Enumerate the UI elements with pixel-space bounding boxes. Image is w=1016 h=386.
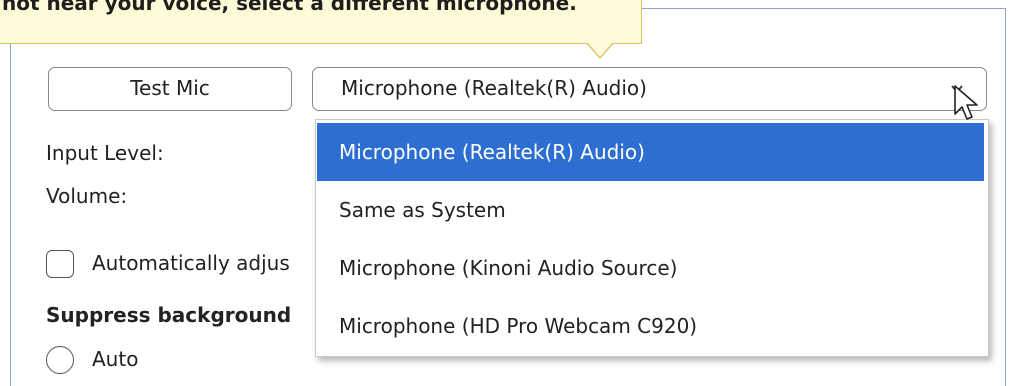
auto-radio[interactable] (46, 346, 74, 374)
volume-label: Volume: (46, 184, 128, 208)
auto-adjust-label[interactable]: Automatically adjus (92, 251, 290, 275)
microphone-dropdown-list: Microphone (Realtek(R) Audio) Same as Sy… (315, 119, 989, 357)
dropdown-option-kinoni[interactable]: Microphone (Kinoni Audio Source) (317, 239, 984, 297)
mouse-pointer-icon (954, 85, 978, 120)
auto-adjust-checkbox[interactable] (46, 250, 74, 278)
dropdown-option-same-as-system[interactable]: Same as System (317, 181, 984, 239)
dropdown-option-hd-pro-webcam[interactable]: Microphone (HD Pro Webcam C920) (317, 297, 984, 355)
tooltip-text: not hear your voice, select a different … (2, 0, 577, 15)
auto-radio-label[interactable]: Auto (92, 347, 138, 371)
tooltip-pointer (586, 42, 614, 59)
microphone-select-value: Microphone (Realtek(R) Audio) (341, 76, 647, 100)
suppress-background-heading: Suppress background (46, 303, 292, 327)
microphone-hint-tooltip: not hear your voice, select a different … (0, 0, 642, 44)
dropdown-option-realtek[interactable]: Microphone (Realtek(R) Audio) (317, 123, 984, 181)
input-level-label: Input Level: (46, 141, 164, 165)
test-mic-button[interactable]: Test Mic (48, 67, 292, 111)
microphone-select[interactable]: Microphone (Realtek(R) Audio) (312, 67, 987, 111)
